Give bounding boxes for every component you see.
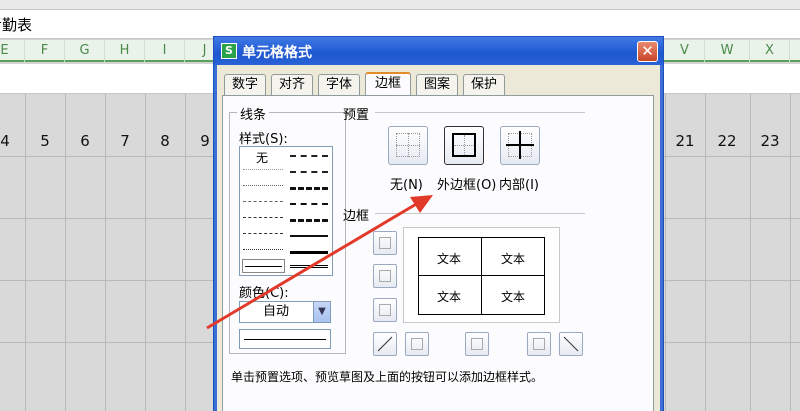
line-style-option[interactable] <box>290 187 328 190</box>
style-label: 样式(S): <box>239 132 288 147</box>
line-style-option[interactable] <box>290 203 328 205</box>
border-tab-panel: 线条 样式(S): 无 颜色(C): 自动 ▼ 预置 无(N) 外边框(O) 内… <box>222 95 654 411</box>
preview-cell-text: 文本 <box>437 252 462 266</box>
column-header[interactable]: V <box>665 40 705 62</box>
diagonal-down-border-button[interactable] <box>559 332 583 356</box>
tab-font[interactable]: 字体 <box>318 74 360 96</box>
border-divider <box>375 213 585 214</box>
day-number-cell[interactable]: 6 <box>65 132 105 150</box>
column-header[interactable]: G <box>65 40 105 62</box>
tab-alignment[interactable]: 对齐 <box>271 74 313 96</box>
preview-cell-text: 文本 <box>501 290 526 304</box>
line-style-option[interactable] <box>290 219 328 222</box>
day-number-cell[interactable]: 5 <box>25 132 65 150</box>
line-style-option[interactable] <box>290 235 328 237</box>
border-center-button[interactable] <box>465 332 489 356</box>
column-header[interactable]: X <box>750 40 790 62</box>
preset-divider <box>375 112 585 113</box>
tab-number[interactable]: 数字 <box>224 74 266 96</box>
border-left-button[interactable] <box>405 332 429 356</box>
line-style-option[interactable] <box>290 265 328 268</box>
cell-content-text: 考勤表 <box>0 16 33 34</box>
line-group-label: 线条 <box>237 104 270 123</box>
tab-pattern[interactable]: 图案 <box>416 74 458 96</box>
column-header[interactable]: F <box>25 40 65 62</box>
column-header[interactable]: H <box>105 40 145 62</box>
border-middle-button[interactable] <box>373 264 397 288</box>
sheet-toolbar-strip <box>0 0 800 10</box>
column-header[interactable]: E <box>0 40 25 62</box>
line-style-option[interactable] <box>243 249 283 250</box>
diagonal-up-border-button[interactable] <box>373 332 397 356</box>
hint-text: 单击预置选项、预览草图及上面的按钮可以添加边框样式。 <box>231 370 544 384</box>
preset-outline-button[interactable] <box>444 126 484 165</box>
preview-cell-text: 文本 <box>501 252 526 266</box>
line-style-option[interactable] <box>243 169 283 170</box>
dialog-title-bar[interactable]: S 单元格格式 ✕ <box>214 37 663 65</box>
preset-none-label: 无(N) <box>390 178 423 193</box>
day-number-cell[interactable]: 23 <box>750 132 790 150</box>
day-number-cell[interactable]: 4 <box>0 132 25 150</box>
line-style-option[interactable] <box>290 155 328 157</box>
preset-inside-label: 内部(I) <box>499 178 539 193</box>
preset-group-label: 预置 <box>343 108 370 123</box>
app-logo-icon: S <box>221 43 237 59</box>
tab-border[interactable]: 边框 <box>365 72 411 97</box>
line-style-list[interactable]: 无 <box>239 146 333 276</box>
border-right-button[interactable] <box>527 332 551 356</box>
tab-protection[interactable]: 保护 <box>463 74 505 96</box>
chevron-down-icon[interactable]: ▼ <box>313 302 330 322</box>
close-button[interactable]: ✕ <box>637 41 658 62</box>
formula-bar[interactable]: 考勤表 <box>0 10 800 39</box>
line-style-option[interactable] <box>290 171 328 173</box>
line-style-option[interactable] <box>243 233 283 234</box>
day-number-cell[interactable]: 21 <box>665 132 705 150</box>
color-label: 颜色(C): <box>239 286 289 301</box>
color-preview <box>239 329 331 349</box>
line-style-option[interactable] <box>243 217 283 218</box>
border-preview[interactable]: 文本 文本 文本 文本 <box>403 227 560 323</box>
line-style-option[interactable] <box>290 251 328 254</box>
day-number-cell[interactable]: 22 <box>707 132 747 150</box>
line-style-option[interactable] <box>243 201 283 202</box>
preview-cell-text: 文本 <box>437 290 462 304</box>
preset-outline-label: 外边框(O) <box>437 178 497 193</box>
preset-none-button[interactable] <box>388 126 428 165</box>
border-group-label: 边框 <box>343 209 370 224</box>
preset-inside-button[interactable] <box>500 126 540 165</box>
border-bottom-button[interactable] <box>373 298 397 322</box>
border-top-button[interactable] <box>373 231 397 255</box>
style-none-option[interactable]: 无 <box>256 149 268 166</box>
column-header[interactable]: W <box>705 40 750 62</box>
dialog-title: 单元格格式 <box>242 45 312 61</box>
day-number-cell[interactable]: 8 <box>145 132 185 150</box>
day-number-cell[interactable]: 7 <box>105 132 145 150</box>
selected-line-style[interactable] <box>242 259 285 273</box>
line-style-option[interactable] <box>243 185 283 186</box>
column-header[interactable]: I <box>145 40 185 62</box>
